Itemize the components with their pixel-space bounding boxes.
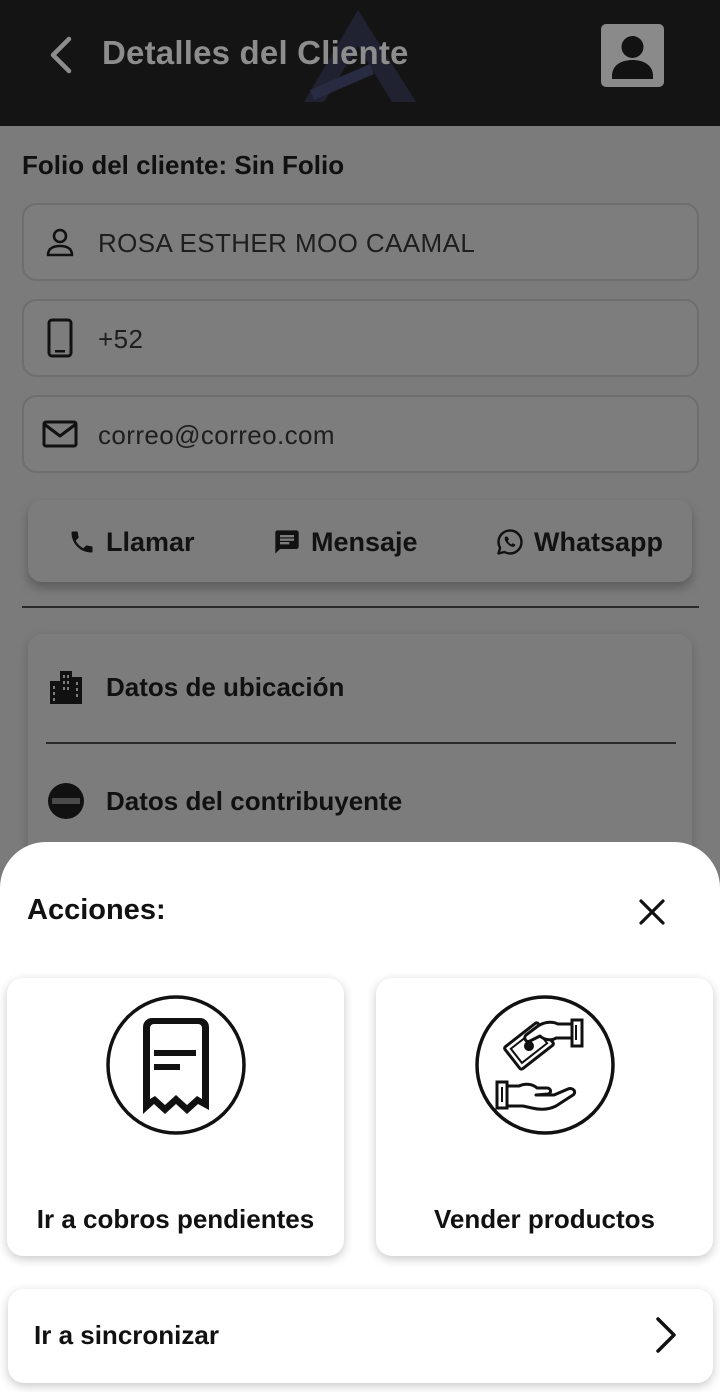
contributor-data-label: Datos del contribuyente [106,785,403,816]
phone-icon [71,531,93,553]
location-data-row[interactable]: Datos de ubicación [46,662,344,712]
client-name-value: ROSA ESTHER MOO CAAMAL [98,228,476,258]
actions-bottom-sheet: Acciones: Ir a cobros pendientes Vender … [0,842,720,1392]
close-icon [639,899,665,925]
call-button[interactable]: Llamar [68,522,195,562]
client-phone-value: +52 [98,324,144,354]
profile-button[interactable] [601,24,664,87]
whatsapp-label: Whatsapp [534,526,664,557]
app-bar: Detalles del Cliente [0,0,720,126]
arrow-back-icon [50,36,72,74]
sync-label: Ir a sincronizar [34,1320,219,1350]
person-icon [40,221,80,263]
whatsapp-button[interactable]: Whatsapp [496,522,663,562]
contact-actions-card: Llamar Mensaje Whatsapp [28,500,692,582]
buildings-icon [50,671,82,704]
pending-charges-label: Ir a cobros pendientes [36,1204,315,1234]
section-divider [22,606,699,608]
chat-icon [275,530,299,554]
info-divider [46,742,676,744]
user-avatar-icon [612,36,653,79]
client-email-value: correo@correo.com [98,420,335,450]
location-data-label: Datos de ubicación [106,671,345,702]
mail-icon [40,413,80,455]
page-title: Detalles del Cliente [102,34,409,71]
pending-charges-card[interactable]: Ir a cobros pendientes [7,978,344,1256]
smartphone-icon [40,317,80,359]
receipt-icon [106,995,246,1135]
client-folio: Folio del cliente: Sin Folio [22,150,345,180]
money-exchange-icon [475,995,615,1135]
sell-products-card[interactable]: Vender productos [376,978,713,1256]
sync-row[interactable]: Ir a sincronizar [8,1289,713,1383]
call-label: Llamar [106,526,195,557]
whatsapp-icon [497,529,523,555]
chevron-right-icon [656,1317,676,1353]
sell-products-label: Vender productos [433,1204,656,1234]
sheet-title: Acciones: [27,894,166,926]
client-email-field[interactable]: correo@correo.com [22,395,699,473]
back-button[interactable] [40,33,82,77]
message-label: Mensaje [311,526,418,557]
contributor-icon [48,783,84,819]
message-button[interactable]: Mensaje [273,522,418,562]
client-name-field[interactable]: ROSA ESTHER MOO CAAMAL [22,203,699,281]
client-phone-field[interactable]: +52 [22,299,699,377]
contributor-data-row[interactable]: Datos del contribuyente [46,776,402,826]
close-button[interactable] [628,888,676,936]
